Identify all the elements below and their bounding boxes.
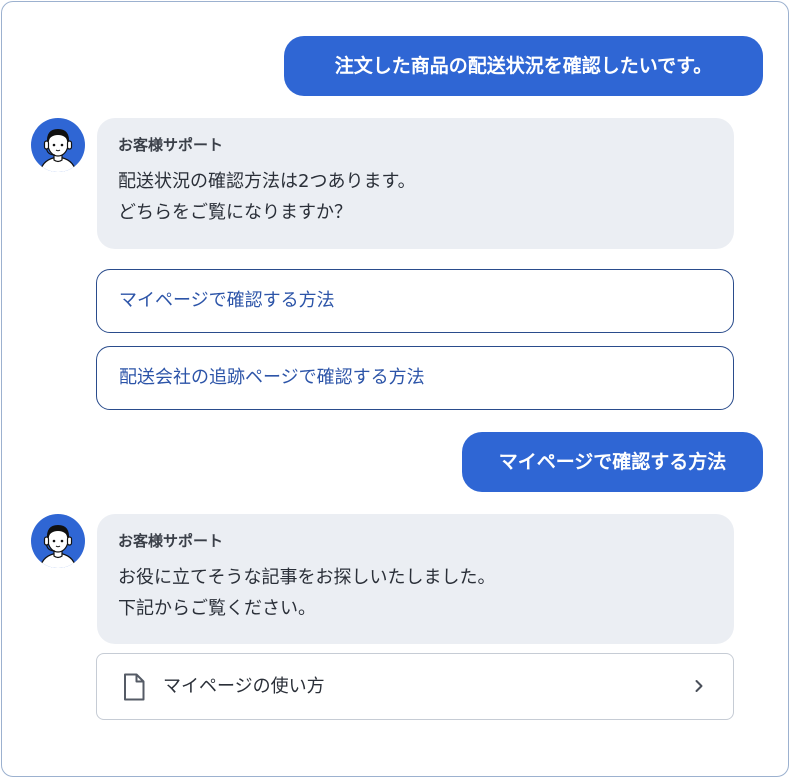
bot-message-line: 配送状況の確認方法は2つあります。: [118, 171, 416, 192]
bot-message-bubble: お客様サポート 配送状況の確認方法は2つあります。 どちらをご覧になりますか？: [97, 118, 734, 249]
user-message-text: 注文した商品の配送状況を確認したいです。: [334, 55, 713, 77]
bot-message-line: お役に立てそうな記事をお探しいたしました。: [118, 567, 496, 588]
bot-sender-name: お客様サポート: [118, 136, 224, 154]
option-button-carrier-tracking[interactable]: 配送会社の追跡ページで確認する方法: [96, 346, 734, 410]
bot-message-line: どちらをご覧になりますか？: [118, 202, 352, 223]
bot-sender-name: お客様サポート: [118, 532, 224, 550]
support-agent-avatar-icon: [31, 514, 85, 568]
bot-message-line: 下記からご覧ください。: [118, 598, 316, 619]
user-message-text: マイページで確認する方法: [498, 451, 727, 473]
user-message-bubble: マイページで確認する方法: [462, 432, 763, 492]
user-message-bubble: 注文した商品の配送状況を確認したいです。: [284, 36, 763, 96]
article-link-label: マイページの使い方: [163, 676, 325, 697]
bot-message-bubble: お客様サポート お役に立てそうな記事をお探しいたしました。 下記からご覧ください…: [97, 514, 734, 644]
document-icon: [124, 673, 145, 701]
chevron-right-icon: [695, 680, 703, 692]
article-link-card[interactable]: マイページの使い方: [96, 653, 734, 720]
option-button-mypage[interactable]: マイページで確認する方法: [96, 269, 734, 333]
support-agent-avatar-icon: [31, 118, 85, 172]
